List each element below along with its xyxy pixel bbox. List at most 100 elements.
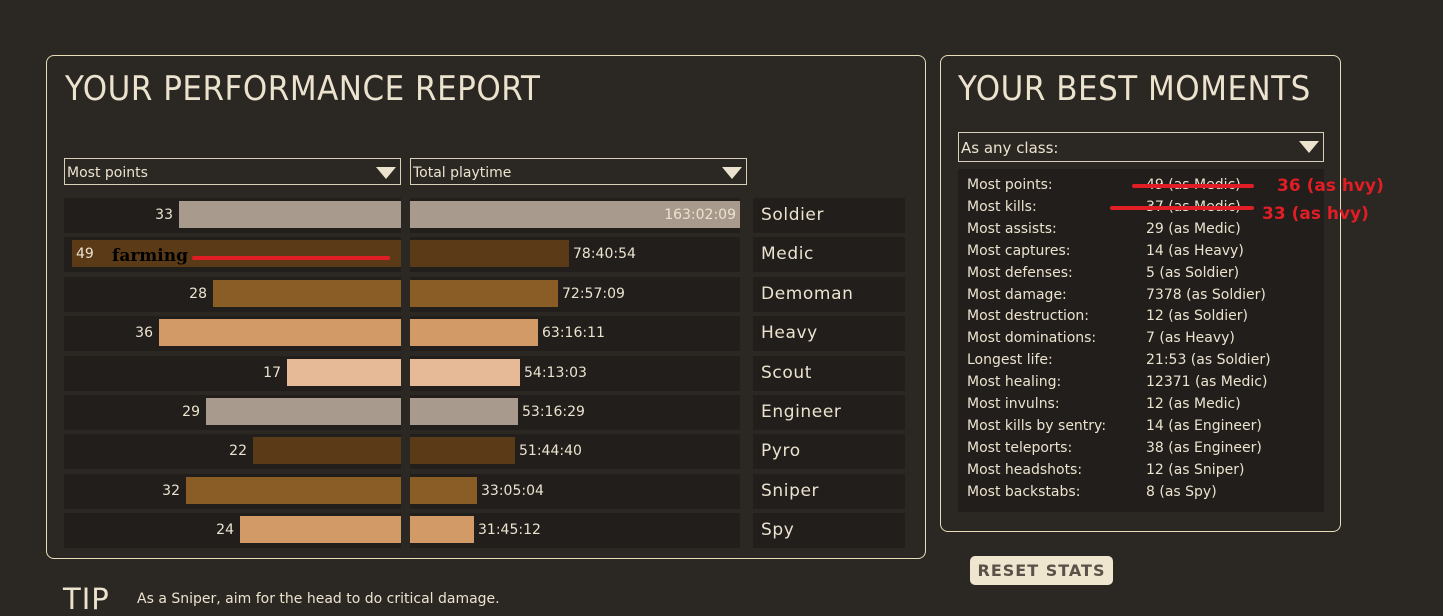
points-cell: 32 [64, 473, 401, 509]
class-name: Spy [761, 520, 795, 541]
stat-type-dropdown[interactable]: Most points [64, 158, 401, 185]
playtime-bar [410, 319, 538, 347]
points-cell: 24 [64, 513, 401, 549]
points-correction-note: 36 (as hvy) [1277, 176, 1384, 196]
class-filter-dropdown-label: As any class: [961, 139, 1059, 157]
playtime-cell: 51:44:40 [410, 434, 740, 470]
class-filter-dropdown[interactable]: As any class: [958, 132, 1324, 162]
best-moment-label: Most kills: [967, 198, 1037, 215]
best-moment-value: 8 (as Spy) [1146, 483, 1217, 500]
best-moment-label: Most dominations: [967, 330, 1097, 347]
class-name-cell: Scout [753, 355, 905, 391]
best-moment-label: Longest life: [967, 352, 1053, 369]
points-cell: 36 [64, 316, 401, 352]
playtime-value: 72:57:09 [562, 285, 625, 302]
best-moment-label: Most kills by sentry: [967, 417, 1107, 434]
playtime-cell: 163:02:09 [410, 198, 740, 233]
points-value: 32 [162, 482, 180, 499]
performance-report-panel: YOUR PERFORMANCE REPORT Most points Tota… [46, 55, 926, 559]
dropdown-arrow-icon [376, 167, 396, 179]
points-value: 33 [155, 207, 173, 223]
performance-report-title: YOUR PERFORMANCE REPORT [65, 70, 541, 109]
class-name-cell: Heavy [753, 316, 905, 352]
points-strikethrough-mark [1132, 184, 1254, 188]
class-name: Demoman [761, 283, 854, 304]
class-name: Pyro [761, 441, 801, 462]
best-moment-value: 14 (as Engineer) [1146, 417, 1262, 434]
best-moment-label: Most backstabs: [967, 483, 1081, 500]
points-bar [186, 476, 401, 504]
playtime-value: 78:40:54 [573, 246, 636, 263]
class-name-cell: Pyro [753, 434, 905, 470]
best-moment-value: 12 (as Sniper) [1146, 461, 1245, 478]
playtime-bar [410, 476, 477, 504]
class-name-cell: Soldier [753, 198, 905, 233]
points-bar [240, 516, 401, 544]
points-value: 36 [135, 325, 153, 342]
points-bar [213, 279, 401, 307]
best-moment-value: 29 (as Medic) [1146, 220, 1241, 237]
best-moment-label: Most invulns: [967, 396, 1060, 412]
points-cell: 33 [64, 198, 401, 233]
time-type-dropdown-label: Total playtime [413, 165, 512, 181]
playtime-bar [410, 437, 515, 465]
best-moment-label: Most damage: [967, 286, 1067, 303]
playtime-value: 31:45:12 [478, 522, 541, 539]
best-moment-label: Most healing: [967, 374, 1062, 391]
playtime-cell: 33:05:04 [410, 473, 740, 509]
playtime-cell: 63:16:11 [410, 316, 740, 352]
points-value: 24 [216, 522, 234, 539]
points-cell: 17 [64, 355, 401, 391]
playtime-bar [410, 398, 518, 425]
points-value: 28 [189, 285, 207, 302]
stat-type-dropdown-label: Most points [67, 165, 148, 181]
playtime-bar [410, 240, 569, 268]
dropdown-arrow-icon [722, 167, 742, 179]
playtime-value: 53:16:29 [522, 404, 585, 420]
best-moments-panel: YOUR BEST MOMENTS As any class: Most poi… [940, 55, 1341, 532]
points-value: 17 [263, 364, 281, 381]
points-bar [179, 201, 401, 228]
best-moment-label: Most assists: [967, 220, 1057, 237]
tip-heading: TIP [63, 582, 110, 616]
time-type-dropdown[interactable]: Total playtime [410, 158, 747, 185]
class-name: Engineer [761, 402, 842, 422]
best-moment-value: 12 (as Medic) [1146, 396, 1241, 412]
best-moments-title: YOUR BEST MOMENTS [958, 70, 1311, 109]
playtime-bar [410, 516, 474, 544]
playtime-cell: 54:13:03 [410, 355, 740, 391]
class-name: Sniper [761, 480, 820, 501]
points-bar [253, 437, 401, 465]
class-name: Scout [761, 362, 812, 383]
playtime-cell: 78:40:54 [410, 237, 740, 273]
playtime-value: 33:05:04 [481, 482, 544, 499]
reset-stats-button[interactable]: RESET STATS [970, 556, 1113, 585]
points-cell: 29 [64, 395, 401, 430]
kills-correction-note: 33 (as hvy) [1262, 204, 1369, 224]
best-moment-value: 12371 (as Medic) [1146, 374, 1268, 391]
class-name: Heavy [761, 323, 818, 344]
best-moment-value: 14 (as Heavy) [1146, 242, 1244, 259]
kills-strikethrough-mark [1110, 206, 1254, 210]
playtime-value: 63:16:11 [542, 325, 605, 342]
class-name-cell: Spy [753, 513, 905, 549]
playtime-cell: 53:16:29 [410, 395, 740, 430]
playtime-value: 54:13:03 [524, 364, 587, 381]
best-moment-value: 21:53 (as Soldier) [1146, 352, 1271, 369]
playtime-cell: 72:57:09 [410, 276, 740, 312]
best-moment-label: Most destruction: [967, 308, 1090, 325]
playtime-bar [410, 358, 520, 386]
best-moment-label: Most teleports: [967, 439, 1073, 456]
best-moment-value: 7 (as Heavy) [1146, 330, 1235, 347]
playtime-cell: 31:45:12 [410, 513, 740, 549]
class-name-cell: Medic [753, 237, 905, 273]
points-bar [287, 358, 401, 386]
class-name-cell: Demoman [753, 276, 905, 312]
points-cell: 22 [64, 434, 401, 470]
best-moment-value: 5 (as Soldier) [1146, 264, 1240, 281]
farming-underline-mark [192, 256, 390, 260]
best-moment-label: Most captures: [967, 242, 1071, 259]
points-cell: 28 [64, 276, 401, 312]
points-value: 49 [76, 246, 94, 263]
best-moment-value: 38 (as Engineer) [1146, 439, 1262, 456]
